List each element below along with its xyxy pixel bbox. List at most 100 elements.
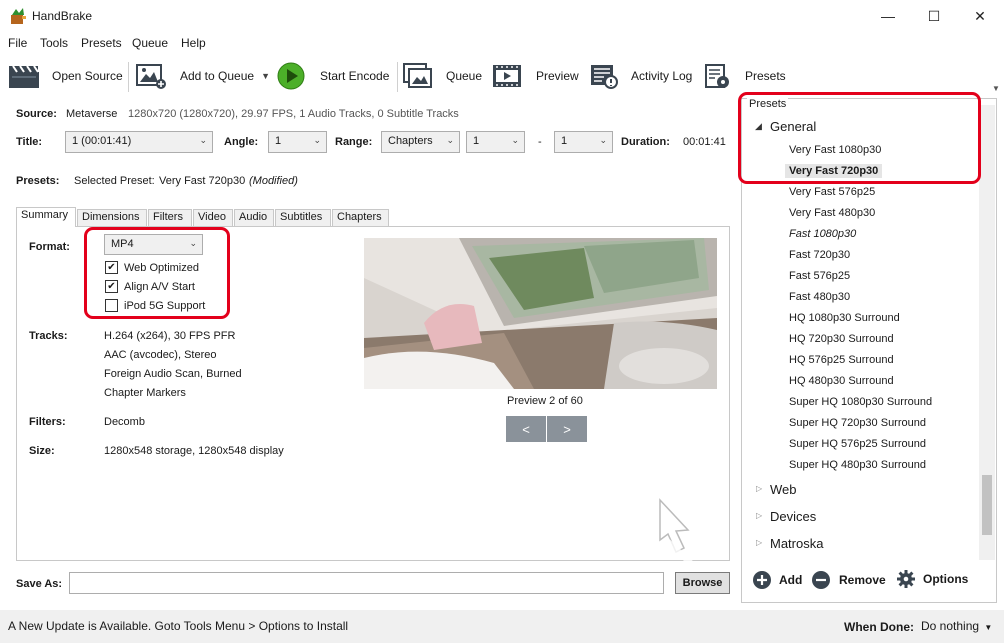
- status-bar: A New Update is Available. Goto Tools Me…: [0, 610, 1004, 643]
- presets-label: Presets: [745, 69, 786, 83]
- format-highlight-box: [84, 227, 230, 319]
- menu-presets[interactable]: Presets: [81, 36, 122, 50]
- preset-group-devices[interactable]: Devices: [770, 509, 816, 524]
- toolbar: Open Source Add to Queue ▼ Start Encode …: [0, 56, 1004, 96]
- preset-item[interactable]: HQ 480p30 Surround: [785, 374, 898, 388]
- preset-item[interactable]: Super HQ 480p30 Surround: [785, 458, 930, 472]
- preset-options-button[interactable]: Options: [896, 569, 968, 589]
- preview-label: Preview: [536, 69, 579, 83]
- minimize-button[interactable]: —: [865, 0, 911, 32]
- chevron-down-icon: ⌄: [511, 135, 519, 145]
- size-value: 1280x548 storage, 1280x548 display: [104, 445, 284, 457]
- add-preset-label: Add: [779, 573, 803, 587]
- range-end-select[interactable]: 1 ⌄: [554, 131, 613, 153]
- queue-label: Queue: [446, 69, 483, 83]
- preview-button[interactable]: Preview: [492, 56, 579, 96]
- preset-item[interactable]: Super HQ 720p30 Surround: [785, 416, 930, 430]
- preset-item[interactable]: HQ 576p25 Surround: [785, 353, 898, 367]
- add-to-queue-button[interactable]: Add to Queue ▼: [135, 56, 270, 96]
- preset-item[interactable]: Fast 720p30: [785, 248, 854, 262]
- window-title: HandBrake: [32, 9, 93, 23]
- maximize-icon: ☐: [927, 7, 941, 24]
- presets-button[interactable]: Presets: [705, 56, 786, 96]
- duration-value: 00:01:41: [683, 136, 726, 148]
- presets-highlight-box: [738, 92, 981, 184]
- title-select[interactable]: 1 (00:01:41) ⌄: [65, 131, 213, 153]
- angle-select-value: 1: [275, 135, 282, 147]
- plus-circle-icon: [753, 571, 771, 589]
- open-source-label: Open Source: [52, 69, 123, 83]
- preset-group-matroska[interactable]: Matroska: [770, 536, 823, 551]
- preset-item[interactable]: HQ 1080p30 Surround: [785, 311, 904, 325]
- expand-triangle-icon[interactable]: ▷: [756, 484, 762, 493]
- scrollbar-thumb[interactable]: [982, 475, 992, 535]
- queue-button[interactable]: Queue: [402, 56, 482, 96]
- preview-prev-button[interactable]: <: [506, 416, 546, 442]
- browse-button[interactable]: Browse: [675, 572, 730, 594]
- maximize-button[interactable]: ☐: [911, 0, 957, 32]
- range-select[interactable]: Chapters ⌄: [381, 131, 460, 153]
- angle-label: Angle:: [224, 136, 259, 148]
- presets-scrollbar[interactable]: [979, 105, 995, 560]
- format-label: Format:: [29, 241, 70, 253]
- selected-preset-name: Very Fast 720p30: [159, 175, 246, 187]
- tab-audio[interactable]: Audio: [234, 209, 274, 226]
- preset-item[interactable]: Very Fast 480p30: [785, 206, 879, 220]
- preview-next-button[interactable]: >: [547, 416, 587, 442]
- preset-group-web[interactable]: Web: [770, 482, 797, 497]
- tab-summary[interactable]: Summary: [16, 207, 76, 227]
- presets-gear-icon: [705, 64, 729, 88]
- preset-item[interactable]: Very Fast 576p25: [785, 185, 879, 199]
- tab-filters[interactable]: Filters: [148, 209, 192, 226]
- preview-image: [364, 238, 717, 389]
- track-line: H.264 (x264), 30 FPS PFR: [104, 330, 236, 342]
- preset-item[interactable]: Super HQ 576p25 Surround: [785, 437, 930, 451]
- menu-file[interactable]: File: [8, 36, 27, 50]
- preset-item[interactable]: Fast 480p30: [785, 290, 854, 304]
- minus-circle-icon: [812, 571, 830, 589]
- dropdown-arrow-icon: ▼: [984, 623, 993, 632]
- when-done-value: Do nothing: [921, 619, 980, 633]
- add-preset-button[interactable]: Add: [752, 570, 802, 590]
- chevron-down-icon: ⌄: [446, 135, 454, 145]
- track-line: Foreign Audio Scan, Burned: [104, 368, 242, 380]
- start-encode-label: Start Encode: [320, 69, 390, 83]
- menu-help[interactable]: Help: [181, 36, 206, 50]
- tab-chapters[interactable]: Chapters: [332, 209, 389, 226]
- preset-item[interactable]: Fast 1080p30: [785, 227, 860, 241]
- tab-subtitles[interactable]: Subtitles: [275, 209, 331, 226]
- expand-triangle-icon[interactable]: ▷: [756, 538, 762, 547]
- tracks-label: Tracks:: [29, 330, 68, 342]
- source-name: Metaverse: [66, 108, 118, 120]
- preset-item[interactable]: HQ 720p30 Surround: [785, 332, 898, 346]
- preset-options-label: Options: [923, 572, 969, 586]
- tab-dimensions[interactable]: Dimensions: [77, 209, 147, 226]
- activity-log-button[interactable]: Activity Log: [590, 56, 692, 96]
- menu-queue[interactable]: Queue: [132, 36, 168, 50]
- toolbar-overflow-icon[interactable]: ▼: [992, 84, 1000, 93]
- range-select-value: Chapters: [388, 135, 433, 147]
- menu-tools[interactable]: Tools: [40, 36, 68, 50]
- add-to-queue-label: Add to Queue: [180, 69, 255, 83]
- chevron-down-icon: ⌄: [599, 135, 607, 145]
- close-button[interactable]: ✕: [957, 0, 1003, 32]
- source-label: Source:: [16, 108, 57, 120]
- preview-caption: Preview 2 of 60: [507, 395, 583, 407]
- tab-video[interactable]: Video: [193, 209, 233, 226]
- open-source-button[interactable]: Open Source: [8, 56, 123, 96]
- when-done-select[interactable]: Do nothing ▼: [921, 619, 992, 633]
- range-start-select[interactable]: 1 ⌄: [466, 131, 525, 153]
- filters-label: Filters:: [29, 416, 66, 428]
- handbrake-logo-icon: [11, 8, 26, 24]
- expand-triangle-icon[interactable]: ▷: [756, 511, 762, 520]
- preset-item[interactable]: Fast 576p25: [785, 269, 854, 283]
- preset-item[interactable]: Super HQ 1080p30 Surround: [785, 395, 936, 409]
- range-dash: -: [538, 136, 542, 148]
- activity-log-label: Activity Log: [631, 69, 693, 83]
- start-encode-button[interactable]: Start Encode: [277, 56, 389, 96]
- save-as-input[interactable]: [69, 572, 664, 594]
- dropdown-arrow-icon[interactable]: ▼: [261, 71, 270, 81]
- remove-preset-button[interactable]: Remove: [811, 570, 886, 590]
- filters-value: Decomb: [104, 416, 145, 428]
- angle-select[interactable]: 1 ⌄: [268, 131, 327, 153]
